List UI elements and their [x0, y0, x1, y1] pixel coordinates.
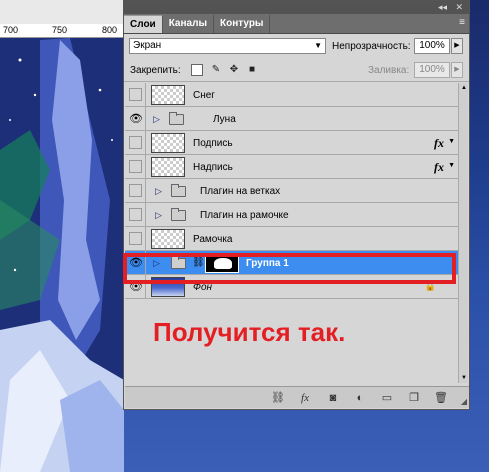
opacity-label: Непрозрачность:	[332, 41, 411, 52]
blend-mode-value: Экран	[133, 40, 162, 51]
visibility-toggle[interactable]	[129, 232, 142, 245]
lock-move-icon[interactable]: ✥	[228, 64, 240, 76]
ruler-mark: 750	[52, 25, 68, 35]
blend-row: Экран ▼ Непрозрачность: 100% ▶	[124, 34, 469, 58]
trash-icon[interactable]: 🗑	[433, 390, 449, 406]
fill-slider-button[interactable]: ▶	[451, 62, 463, 78]
toolbar-strip	[0, 0, 124, 24]
link-icon[interactable]: ⛓	[270, 390, 286, 406]
expand-triangle-icon[interactable]: ▷	[153, 113, 161, 125]
divider	[145, 83, 146, 106]
layer-row[interactable]: 👁 ▷ Луна	[125, 107, 458, 131]
visibility-toggle[interactable]	[129, 208, 142, 221]
visibility-toggle[interactable]	[129, 88, 142, 101]
resize-grip-icon[interactable]: ◢	[461, 397, 467, 406]
horizontal-ruler: 700 750 800	[0, 24, 124, 38]
close-icon[interactable]: ✕	[455, 2, 463, 13]
tab-paths[interactable]: Контуры	[214, 15, 271, 33]
divider	[145, 203, 146, 226]
expand-triangle-icon[interactable]: ▷	[155, 209, 163, 221]
layer-name: Снег	[193, 90, 215, 101]
folder-icon	[171, 184, 186, 197]
fx-icon[interactable]: fx	[297, 390, 313, 406]
layer-name: Надпись	[193, 162, 233, 173]
fill-label: Заливка:	[368, 65, 410, 76]
layer-name: Рамочка	[193, 234, 233, 245]
visibility-toggle[interactable]	[129, 184, 142, 197]
layer-name: Подпись	[193, 138, 233, 149]
layer-row[interactable]: Надпись fx ▼	[125, 155, 458, 179]
caption-text: Получится так.	[153, 317, 346, 347]
eye-icon[interactable]: 👁	[129, 113, 143, 125]
divider	[145, 107, 146, 130]
lock-brush-icon[interactable]: ✎	[210, 64, 222, 76]
panel-titlebar: ◂◂ ✕	[124, 1, 469, 14]
scroll-down-icon[interactable]: ▼	[459, 373, 469, 383]
expand-triangle-icon[interactable]: ▷	[155, 185, 163, 197]
scroll-up-icon[interactable]: ▲	[459, 83, 469, 93]
visibility-toggle[interactable]	[129, 136, 142, 149]
layer-name: Плагин на рамочке	[200, 210, 289, 221]
panel-bottom-toolbar: ⛓ fx ◙ ◐ ▭ ❐ 🗑 ◢	[125, 386, 469, 408]
layer-name: Плагин на ветках	[200, 186, 281, 197]
layer-row[interactable]: Подпись fx ▼	[125, 131, 458, 155]
visibility-toggle[interactable]	[129, 160, 142, 173]
fill-field[interactable]: 100%	[414, 62, 450, 78]
tab-layers[interactable]: Слои	[124, 15, 163, 33]
adjustment-icon[interactable]: ◐	[352, 390, 368, 406]
layer-name: Луна	[213, 114, 236, 125]
scrollbar[interactable]: ▲ ▼	[458, 83, 468, 383]
divider	[145, 131, 146, 154]
chevron-down-icon: ▼	[314, 41, 322, 50]
new-layer-icon[interactable]: ❐	[406, 390, 422, 406]
ruler-mark: 700	[3, 25, 19, 35]
layer-thumbnail	[151, 157, 185, 177]
opacity-field[interactable]: 100%	[414, 38, 450, 54]
chevron-down-icon[interactable]: ▼	[448, 138, 455, 145]
opacity-slider-button[interactable]: ▶	[451, 38, 463, 54]
blend-mode-select[interactable]: Экран ▼	[129, 38, 326, 54]
layer-row[interactable]: ▷ Плагин на ветках	[125, 179, 458, 203]
divider	[145, 227, 146, 250]
layer-row[interactable]: ▷ Плагин на рамочке	[125, 203, 458, 227]
lock-transparency-icon[interactable]	[191, 64, 203, 76]
layer-row[interactable]: Снег	[125, 83, 458, 107]
mask-icon[interactable]: ◙	[325, 390, 341, 406]
divider	[145, 179, 146, 202]
collapse-icon[interactable]: ◂◂	[438, 2, 447, 13]
winter-illustration	[0, 38, 124, 472]
divider	[145, 155, 146, 178]
highlight-outline	[123, 253, 456, 284]
layers-panel: ◂◂ ✕ Слои Каналы Контуры ≡ Экран ▼ Непро…	[123, 0, 470, 410]
folder-icon	[171, 208, 186, 221]
ruler-mark: 800	[102, 25, 118, 35]
layer-row[interactable]: Рамочка	[125, 227, 458, 251]
folder-icon	[169, 112, 184, 125]
folder-icon[interactable]: ▭	[379, 390, 395, 406]
panel-tabs: Слои Каналы Контуры ≡	[124, 14, 469, 34]
fx-icon[interactable]: fx	[434, 136, 444, 151]
layer-thumbnail	[151, 229, 185, 249]
chevron-down-icon[interactable]: ▼	[448, 162, 455, 169]
tab-channels[interactable]: Каналы	[163, 15, 214, 33]
layer-thumbnail	[151, 85, 185, 105]
lock-label: Закрепить:	[130, 65, 181, 76]
lock-all-icon[interactable]: ■	[246, 64, 258, 76]
panel-menu-icon[interactable]: ≡	[459, 17, 465, 28]
lock-row: Закрепить: ✎ ✥ ■ Заливка: 100% ▶	[124, 58, 469, 82]
fx-icon[interactable]: fx	[434, 160, 444, 175]
layer-thumbnail	[151, 133, 185, 153]
